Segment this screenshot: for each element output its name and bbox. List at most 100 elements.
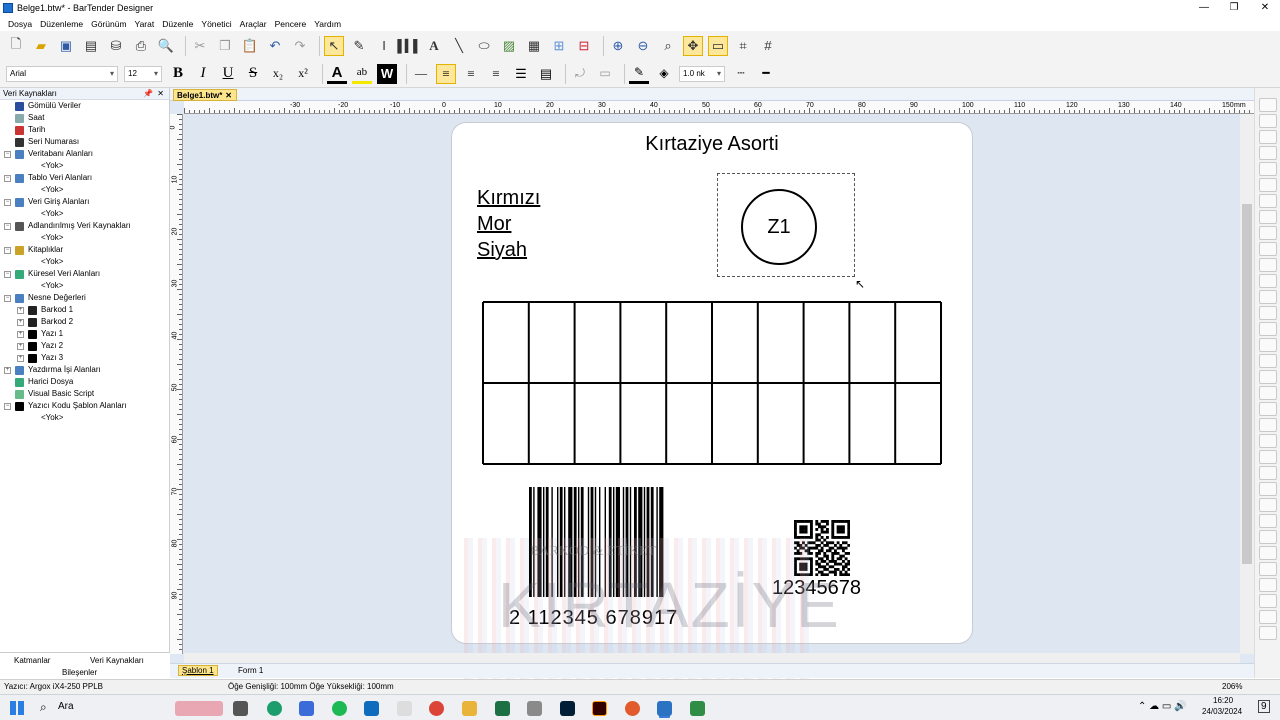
picture-tool-icon[interactable]: ▨ — [499, 36, 519, 56]
align-tool-icon[interactable] — [1259, 466, 1277, 480]
barcode-1[interactable] — [527, 487, 717, 597]
collapse-icon[interactable]: − — [4, 223, 11, 230]
align-tool-icon[interactable] — [1259, 274, 1277, 288]
zoom-status[interactable]: 206% — [1222, 680, 1242, 694]
strikethrough-icon[interactable]: S — [243, 64, 263, 84]
tab-components[interactable]: Bileşenler — [62, 668, 97, 677]
undo-icon[interactable]: ↶ — [265, 36, 285, 56]
collapse-icon[interactable]: − — [4, 271, 11, 278]
menu-araclar[interactable]: Araçlar — [240, 19, 267, 29]
minimize-button[interactable]: — — [1189, 0, 1219, 16]
zoom-out-icon[interactable]: ⊖ — [633, 36, 653, 56]
tree-item[interactable]: Tarih — [0, 124, 169, 136]
align-left-icon[interactable]: ≡ — [436, 63, 456, 84]
document-tab[interactable]: Belge1.btw* ✕ — [173, 89, 237, 101]
align-tool-icon[interactable] — [1259, 338, 1277, 352]
excel-icon[interactable] — [495, 701, 510, 716]
rotate-text-icon[interactable]: ⤾ — [570, 64, 590, 84]
align-tool-icon[interactable] — [1259, 242, 1277, 256]
select-pointer-icon[interactable]: ↖ — [324, 35, 344, 56]
expand-icon[interactable]: + — [17, 343, 24, 350]
highlight-icon[interactable]: ab — [352, 64, 372, 84]
menu-duzenle[interactable]: Düzenle — [162, 19, 193, 29]
align-tool-icon[interactable] — [1259, 546, 1277, 560]
restore-button[interactable]: ❐ — [1219, 0, 1249, 16]
photoshop-icon[interactable] — [560, 701, 575, 716]
zoom-window-icon[interactable]: ⌕ — [658, 36, 678, 56]
collapse-icon[interactable]: − — [4, 175, 11, 182]
open-folder-icon[interactable]: ▰ — [31, 36, 51, 56]
tree-item[interactable]: <Yok> — [0, 256, 169, 268]
ruler-toggle-icon[interactable]: ▭ — [708, 35, 728, 56]
circle-z1[interactable]: Z1 — [741, 189, 817, 265]
tree-item[interactable]: Harici Dosya — [0, 376, 169, 388]
tab-data-sources[interactable]: Veri Kaynakları — [90, 656, 144, 665]
tree-item[interactable]: − Adlandırılmış Veri Kaynakları — [0, 220, 169, 232]
snap-icon[interactable]: ⌗ — [733, 36, 753, 56]
expand-icon[interactable]: + — [4, 367, 11, 374]
justify-stretch-icon[interactable]: ▤ — [536, 64, 556, 84]
align-tool-icon[interactable] — [1259, 114, 1277, 128]
tree-item[interactable]: <Yok> — [0, 412, 169, 424]
tree-item[interactable]: − Veritabanı Alanları — [0, 148, 169, 160]
line-color-icon[interactable]: ✎ — [629, 64, 649, 84]
expand-icon[interactable]: + — [17, 355, 24, 362]
text-tool-icon[interactable]: A — [424, 36, 444, 56]
clock-date[interactable]: 24/03/2024 — [1202, 707, 1242, 716]
fit-page-icon[interactable]: ✥ — [683, 35, 703, 56]
tree-item[interactable]: Saat — [0, 112, 169, 124]
illustrator-icon[interactable] — [592, 701, 607, 716]
rfid-tool-icon[interactable]: ⊟ — [574, 36, 594, 56]
tree-item[interactable]: <Yok> — [0, 208, 169, 220]
file-icon[interactable] — [397, 701, 412, 716]
cut-icon[interactable]: ✂ — [190, 36, 210, 56]
font-color-icon[interactable]: A — [327, 64, 347, 84]
zoom-in-icon[interactable]: ⊕ — [608, 36, 628, 56]
label-title[interactable]: Kırtaziye Asorti — [452, 133, 972, 156]
tree-item[interactable]: <Yok> — [0, 160, 169, 172]
grid-toggle-icon[interactable]: # — [758, 36, 778, 56]
clock-time[interactable]: 16:20 — [1213, 696, 1233, 705]
align-tool-icon[interactable] — [1259, 450, 1277, 464]
align-tool-icon[interactable] — [1259, 626, 1277, 640]
tree-item[interactable]: <Yok> — [0, 184, 169, 196]
align-tool-icon[interactable] — [1259, 578, 1277, 592]
new-document-icon[interactable]: 🗋 — [6, 36, 26, 56]
tab-form-1[interactable]: Form 1 — [238, 666, 263, 675]
app-green-icon[interactable] — [690, 701, 705, 716]
collapse-icon[interactable]: − — [4, 403, 11, 410]
subscript-icon[interactable]: x₂ — [268, 64, 288, 84]
recorder-icon[interactable] — [625, 701, 640, 716]
align-tool-icon[interactable] — [1259, 498, 1277, 512]
align-tool-icon[interactable] — [1259, 610, 1277, 624]
align-tool-icon[interactable] — [1259, 98, 1277, 112]
grid-table[interactable] — [482, 301, 942, 465]
tab-layers[interactable]: Katmanlar — [14, 656, 50, 665]
text-wrap-icon[interactable]: ▭ — [595, 64, 615, 84]
flowers-widget-icon[interactable] — [175, 701, 223, 716]
line-width-select[interactable]: 1.0 nk — [679, 65, 725, 82]
tree-item[interactable]: + Yazdırma İşi Alanları — [0, 364, 169, 376]
collapse-icon[interactable]: − — [4, 199, 11, 206]
edge-icon[interactable] — [267, 701, 282, 716]
expand-icon[interactable]: + — [17, 307, 24, 314]
barcode-tool-icon[interactable]: ▌▍▌ — [397, 36, 421, 56]
grid-tool-icon[interactable]: ⊞ — [549, 36, 569, 56]
align-tool-icon[interactable] — [1259, 210, 1277, 224]
tray-icons[interactable]: ⌃ ☁ ▭ 🔊 — [1138, 701, 1187, 712]
italic-icon[interactable]: I — [193, 64, 213, 84]
format-painter-icon[interactable]: ✎ — [349, 36, 369, 56]
menu-duzenleme[interactable]: Düzenleme — [40, 19, 83, 29]
align-tool-icon[interactable] — [1259, 258, 1277, 272]
align-tool-icon[interactable] — [1259, 290, 1277, 304]
task-view-icon[interactable] — [233, 701, 248, 716]
align-tool-icon[interactable] — [1259, 402, 1277, 416]
align-tool-icon[interactable] — [1259, 306, 1277, 320]
font-name-select[interactable]: Arial — [6, 65, 118, 82]
reverse-text-icon[interactable]: W — [377, 63, 397, 84]
table-tool-icon[interactable]: ▦ — [524, 36, 544, 56]
tree-item[interactable]: − Nesne Değerleri — [0, 292, 169, 304]
print-preview-icon[interactable]: 🔍 — [156, 36, 176, 56]
menu-yardim[interactable]: Yardım — [314, 19, 341, 29]
tree-item[interactable]: <Yok> — [0, 280, 169, 292]
